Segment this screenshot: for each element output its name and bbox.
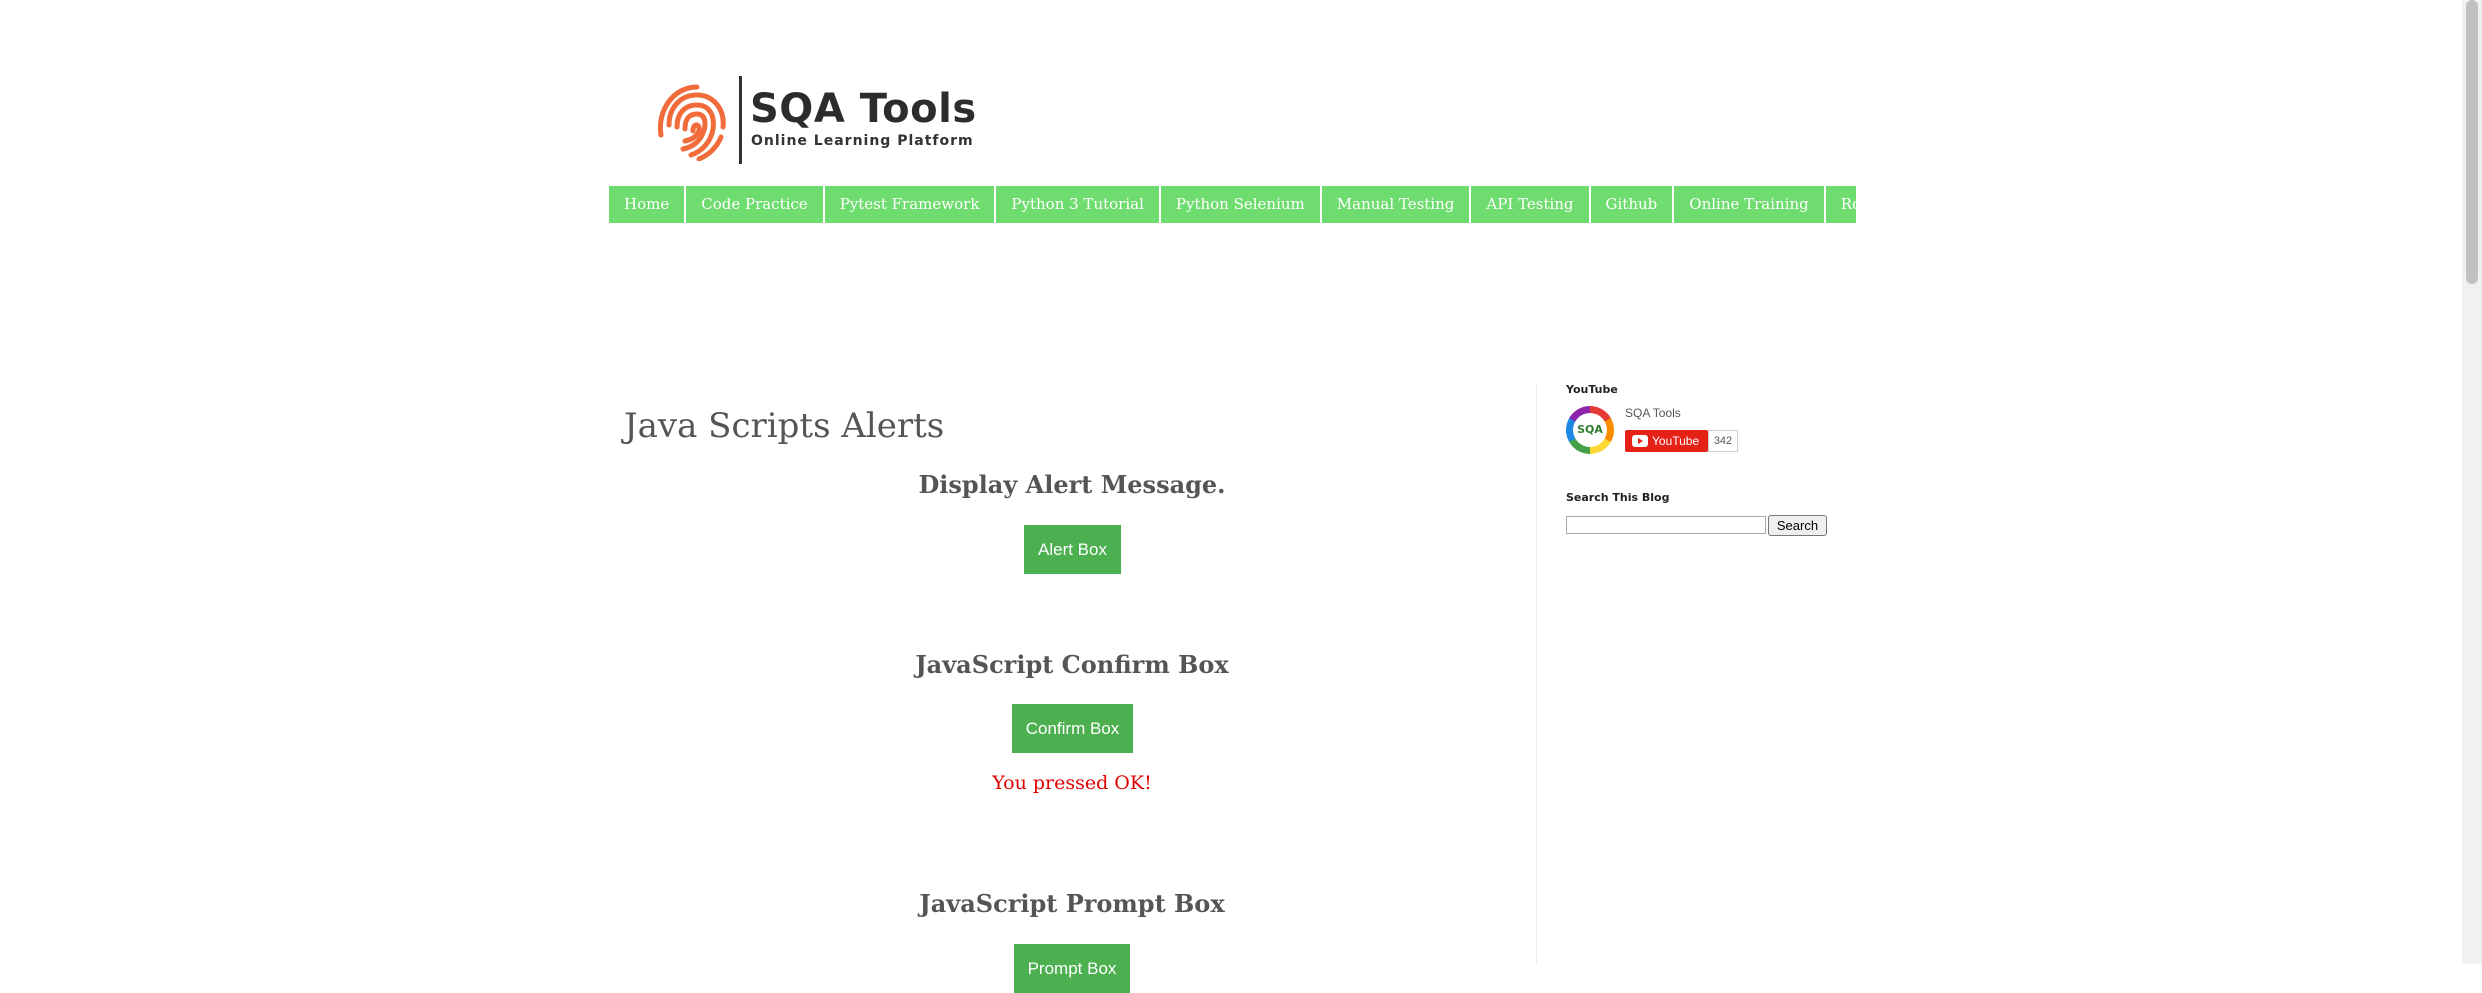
nav-api-testing[interactable]: API Testing [1471, 186, 1591, 223]
confirm-section-heading: JavaScript Confirm Box [915, 650, 1229, 679]
nav-manual-testing[interactable]: Manual Testing [1322, 186, 1472, 223]
logo-title: SQA Tools [750, 86, 977, 132]
logo-divider [739, 76, 742, 164]
main-nav: Home Code Practice Pytest Framework Pyth… [609, 186, 1996, 223]
site-logo[interactable]: SQA Tools Online Learning Platform [655, 76, 985, 168]
nav-python-3-tutorial[interactable]: Python 3 Tutorial [996, 186, 1161, 223]
subscriber-count: 342 [1708, 430, 1738, 452]
page: SQA Tools Online Learning Platform Home … [0, 0, 2462, 993]
page-scrollbar[interactable] [2462, 0, 2482, 964]
nav-code-practice[interactable]: Code Practice [686, 186, 825, 223]
search-widget-title: Search This Blog [1566, 491, 1670, 504]
confirm-box-button[interactable]: Confirm Box [1012, 704, 1133, 753]
alert-section-heading: Display Alert Message. [918, 470, 1226, 499]
nav-github[interactable]: Github [1591, 186, 1675, 223]
nav-python-selenium[interactable]: Python Selenium [1161, 186, 1322, 223]
prompt-section-heading: JavaScript Prompt Box [919, 889, 1225, 918]
nav-online-training[interactable]: Online Training [1674, 186, 1826, 223]
channel-name[interactable]: SQA Tools [1625, 406, 1681, 420]
youtube-play-icon [1632, 435, 1648, 447]
search-input[interactable] [1566, 516, 1766, 534]
youtube-widget-title: YouTube [1566, 383, 1618, 396]
scrollbar-thumb[interactable] [2466, 0, 2478, 284]
fingerprint-logo-icon [657, 84, 726, 161]
sidebar-divider [1536, 385, 1537, 964]
logo-subtitle: Online Learning Platform [751, 133, 974, 149]
prompt-box-button[interactable]: Prompt Box [1014, 944, 1130, 993]
nav-pytest-framework[interactable]: Pytest Framework [825, 186, 997, 223]
post-title: Java Scripts Alerts [624, 406, 945, 446]
nav-home[interactable]: Home [609, 186, 687, 223]
nav-robot-framework[interactable]: Robot Framework [1826, 186, 1996, 223]
confirm-result-text: You pressed OK! [992, 772, 1152, 794]
search-button[interactable]: Search [1768, 515, 1827, 536]
channel-avatar[interactable]: SQA [1566, 406, 1614, 454]
youtube-button-label: YouTube [1652, 434, 1700, 448]
alert-box-button[interactable]: Alert Box [1024, 525, 1121, 574]
channel-avatar-label: SQA [1573, 413, 1607, 447]
youtube-subscribe-button[interactable]: YouTube [1625, 430, 1708, 452]
